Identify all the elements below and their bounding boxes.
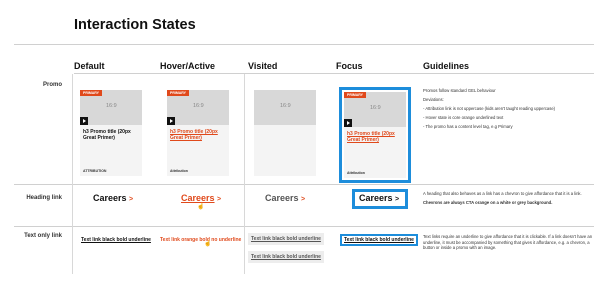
heading-link-text: Careers	[265, 193, 299, 203]
play-icon	[167, 117, 175, 125]
chevron-right-icon: >	[217, 196, 222, 203]
text-link-visited-alt[interactable]: Text link black bold underline	[248, 251, 324, 263]
guideline-text: Text links require an underline to give …	[423, 234, 593, 250]
guideline-text: - Attribution link is not uppercase (kid…	[423, 106, 556, 111]
guidelines-text-only-link: Text links require an underline to give …	[423, 234, 593, 254]
promo-attribution[interactable]: ATTRIBUTION	[83, 169, 106, 173]
play-icon	[80, 117, 88, 125]
row-label-heading-link: Heading link	[26, 195, 62, 201]
row-divider-1	[14, 184, 594, 185]
primary-tag: PRIMARY	[80, 90, 103, 96]
chevron-right-icon: >	[301, 196, 306, 203]
chevron-right-icon: >	[395, 196, 400, 203]
promo-card-default[interactable]: 16:9 PRIMARY h3 Promo title (20px Great …	[80, 90, 142, 176]
column-header-visited: Visited	[248, 61, 278, 71]
play-icon	[344, 119, 352, 127]
guideline-text: - The promo has a content level tag, e.g…	[423, 124, 513, 129]
heading-link-visited[interactable]: Careers >	[265, 193, 305, 203]
text-link-visited[interactable]: Text link black bold underline	[248, 233, 324, 245]
chevron-right-icon: >	[129, 196, 134, 203]
visited-divider	[244, 74, 245, 274]
primary-tag: PRIMARY	[344, 92, 367, 98]
ratio-label: 16:9	[280, 103, 291, 109]
text-link-hover[interactable]: Text link orange bold no underline	[160, 237, 241, 243]
title-divider	[14, 44, 594, 45]
cursor-pointer-icon: ☝	[197, 204, 205, 210]
promo-attribution[interactable]: Attribution	[170, 169, 188, 173]
guideline-text: Chevrons are always CTA orange on a whit…	[423, 200, 553, 205]
guideline-text: A heading that also behaves as a link ha…	[423, 191, 582, 196]
row-label-text-only-link: Text only link	[24, 233, 62, 239]
ratio-label: 16:9	[370, 105, 381, 111]
promo-title[interactable]: h3 Promo title (20px Great Primer)	[170, 129, 228, 141]
row-label-promo: Promo	[42, 82, 62, 88]
heading-link-text: Careers	[359, 193, 393, 203]
page-title: Interaction States	[74, 17, 196, 33]
text-link-focus[interactable]: Text link black bold underline	[340, 234, 418, 246]
row-divider-2	[14, 226, 594, 227]
heading-link-text: Careers	[93, 193, 127, 203]
promo-title[interactable]: h3 Promo title (20px Great Primer)	[83, 129, 141, 141]
column-header-focus: Focus	[336, 61, 363, 71]
text-link-default[interactable]: Text link black bold underline	[81, 237, 151, 243]
heading-link-text: Careers	[181, 193, 215, 203]
promo-title[interactable]: h3 Promo title (20px Great Primer)	[347, 131, 405, 143]
promo-card-visited[interactable]: 16:9	[254, 90, 316, 176]
ratio-label: 16:9	[106, 103, 117, 109]
guidelines-promo: Promos follow standard GEL behaviour Dev…	[423, 88, 593, 133]
heading-link-hover[interactable]: Careers >	[181, 193, 221, 203]
primary-tag: PRIMARY	[167, 90, 190, 96]
cursor-pointer-icon: ☝	[204, 241, 212, 247]
promo-attribution[interactable]: Attribution	[347, 171, 365, 175]
header-divider	[74, 73, 594, 74]
column-header-guidelines: Guidelines	[423, 61, 470, 71]
ratio-label: 16:9	[193, 103, 204, 109]
guideline-text: Promos follow standard GEL behaviour	[423, 88, 496, 93]
column-header-default: Default	[74, 61, 105, 71]
heading-link-focus[interactable]: Careers >	[352, 189, 408, 209]
promo-card-hover[interactable]: 16:9 PRIMARY h3 Promo title (20px Great …	[167, 90, 229, 176]
row-label-divider	[72, 74, 73, 274]
guideline-text: Deviations:	[423, 97, 444, 102]
promo-card-focus[interactable]: 16:9 PRIMARY h3 Promo title (20px Great …	[344, 92, 406, 178]
column-header-hover: Hover/Active	[160, 61, 216, 71]
guidelines-heading-link: A heading that also behaves as a link ha…	[423, 191, 593, 209]
heading-link-default[interactable]: Careers >	[93, 193, 133, 203]
guideline-text: - Hover state is core orange underlined …	[423, 115, 504, 120]
